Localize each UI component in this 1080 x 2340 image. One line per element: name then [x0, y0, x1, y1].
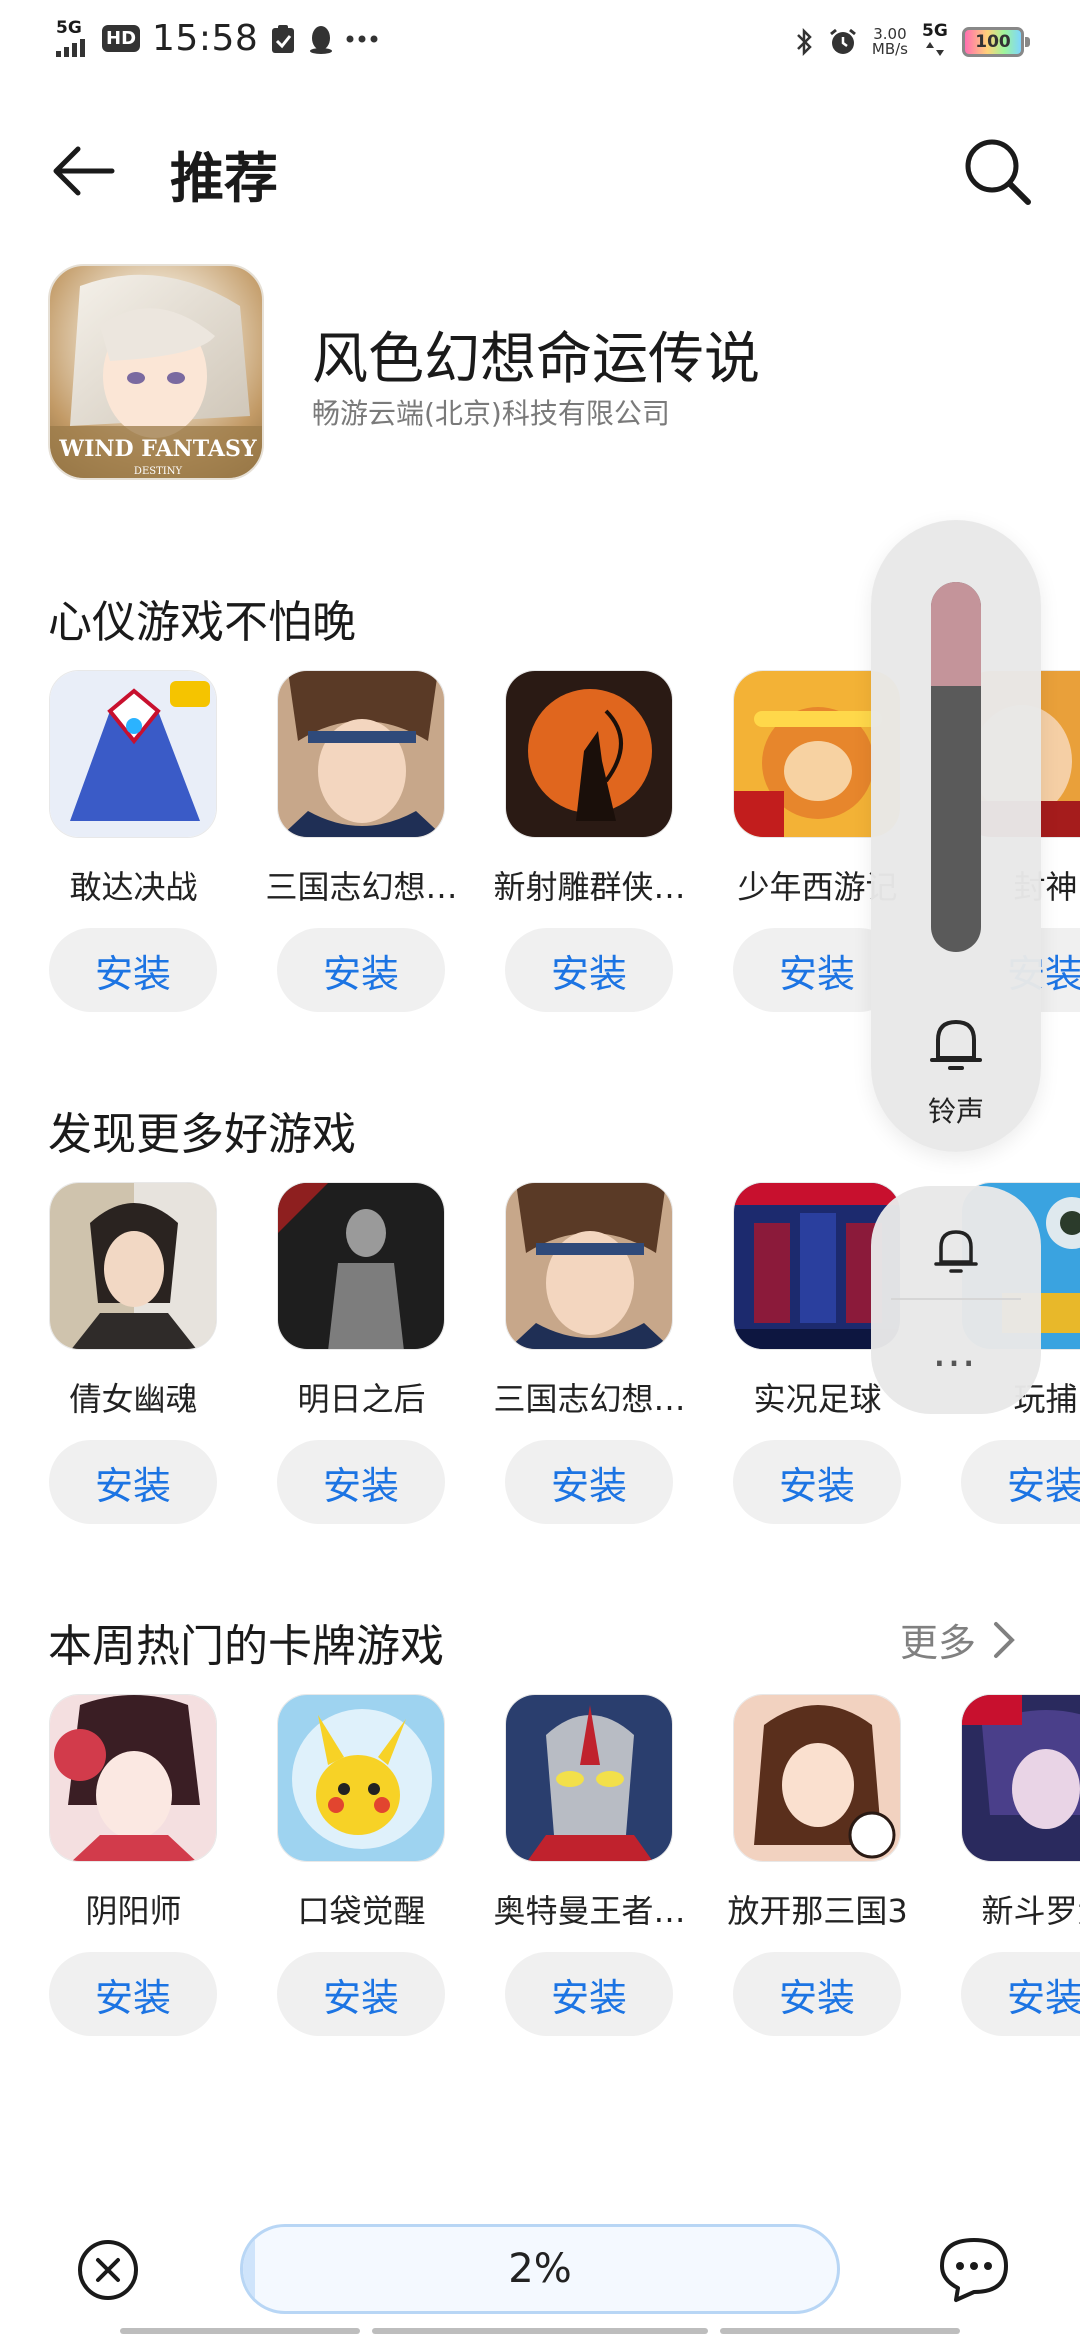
- divider: [891, 1298, 1021, 1300]
- status-time: 15:58: [152, 18, 259, 59]
- ringtone-bell-icon[interactable]: [922, 1010, 990, 1078]
- volume-label: 铃声: [927, 1095, 984, 1128]
- featured-app-name: 风色幻想命运传说: [312, 327, 760, 392]
- app-item[interactable]: 三国志幻想… 安装: [482, 1182, 686, 1542]
- app-icon-ultraman[interactable]: [505, 1694, 673, 1862]
- install-button[interactable]: 安装: [277, 1440, 445, 1524]
- app-item[interactable]: 阴阳师 安装: [26, 1694, 226, 2054]
- app-icon-mingrizhihou[interactable]: [277, 1182, 445, 1350]
- app-icon-sanguozhi[interactable]: [277, 670, 445, 838]
- app-name: 放开那三国3: [727, 1892, 908, 1930]
- app-icon-shediao[interactable]: [505, 670, 673, 838]
- download-bar: 2%: [0, 2210, 1080, 2340]
- network-speed: 3.00 MB/s: [872, 27, 908, 57]
- page-title: 推荐: [170, 147, 278, 210]
- install-button[interactable]: 安装: [733, 1440, 901, 1524]
- more-notifications-icon: [346, 35, 378, 42]
- featured-app-developer: 畅游云端(北京)科技有限公司: [312, 397, 670, 430]
- svg-text:WIND FANTASY: WIND FANTASY: [58, 436, 256, 462]
- app-item[interactable]: 新斗罗大 安装: [938, 1694, 1080, 2054]
- network-speed-unit: MB/s: [871, 40, 908, 58]
- install-button[interactable]: 安装: [505, 1952, 673, 2036]
- featured-app-icon[interactable]: WIND FANTASY DESTINY: [48, 264, 264, 480]
- install-button[interactable]: 安装: [505, 1440, 673, 1524]
- install-button[interactable]: 安装: [961, 1952, 1080, 2036]
- section-title: 本周热门的卡牌游戏: [48, 1621, 444, 1672]
- app-icon-yinyangshi[interactable]: [49, 1694, 217, 1862]
- app-name: 奥特曼王者…: [493, 1892, 686, 1930]
- hd-badge: HD: [102, 25, 141, 52]
- home-indicator-segment: [120, 2328, 360, 2334]
- more-options-icon[interactable]: …: [871, 1326, 1041, 1377]
- cancel-download-icon[interactable]: [76, 2238, 140, 2302]
- comment-icon[interactable]: [936, 2234, 1012, 2304]
- app-item[interactable]: 口袋觉醒 安装: [254, 1694, 454, 2054]
- app-name: 三国志幻想…: [265, 868, 458, 906]
- app-item[interactable]: 新射雕群侠… 安装: [482, 670, 686, 1030]
- install-button[interactable]: 安装: [733, 1952, 901, 2036]
- install-button[interactable]: 安装: [505, 928, 673, 1012]
- app-icon-fangkai-sanguo[interactable]: [733, 1694, 901, 1862]
- app-name: 口袋觉醒: [297, 1892, 426, 1930]
- install-button[interactable]: 安装: [277, 928, 445, 1012]
- network-type-label-right: 5G: [922, 21, 948, 41]
- network-type-label: 5G: [56, 17, 82, 38]
- volume-panel: 铃声: [871, 520, 1041, 1152]
- download-progress-button[interactable]: 2%: [240, 2224, 840, 2314]
- app-name: 新斗罗大: [981, 1892, 1080, 1930]
- featured-app-card[interactable]: WIND FANTASY DESTINY 风色幻想命运传说 畅游云端(北京)科技…: [48, 264, 1048, 484]
- alarm-icon: [829, 28, 856, 54]
- app-icon-gundam[interactable]: [49, 670, 217, 838]
- status-bar: 5G HD 15:58 3.00 MB/s 5G 100: [0, 0, 1080, 84]
- cellular-data-icon: 5G: [922, 22, 948, 62]
- search-icon[interactable]: [958, 132, 1038, 212]
- app-name: 明日之后: [297, 1380, 426, 1418]
- app-header: 推荐: [0, 120, 1080, 220]
- clipboard-check-icon: [272, 24, 295, 53]
- more-link-label: 更多: [900, 1621, 977, 1665]
- svg-text:DESTINY: DESTINY: [134, 466, 183, 477]
- chevron-right-icon: [994, 1621, 1015, 1658]
- back-arrow-icon[interactable]: [48, 136, 118, 206]
- app-item[interactable]: 放开那三国3 安装: [710, 1694, 910, 2054]
- app-item[interactable]: 倩女幽魂 安装: [26, 1182, 226, 1542]
- home-indicator-segment: [372, 2328, 708, 2334]
- app-name: 新射雕群侠…: [493, 868, 686, 906]
- volume-level-fill: [931, 582, 981, 686]
- status-left: 5G HD 15:58: [56, 18, 378, 59]
- app-item[interactable]: 明日之后 安装: [254, 1182, 454, 1542]
- battery-icon: 100: [962, 27, 1030, 57]
- sound-mode-panel: …: [871, 1186, 1041, 1414]
- volume-slider[interactable]: [931, 582, 981, 952]
- install-button[interactable]: 安装: [961, 1440, 1080, 1524]
- qq-penguin-icon: [310, 25, 333, 54]
- cellular-signal-icon: 5G: [56, 19, 90, 59]
- app-icon-douluo[interactable]: [961, 1694, 1080, 1862]
- install-button[interactable]: 安装: [49, 1952, 217, 2036]
- app-name: 三国志幻想…: [493, 1380, 686, 1418]
- app-icon-qiannv[interactable]: [49, 1182, 217, 1350]
- status-right: 3.00 MB/s 5G 100: [794, 22, 1030, 62]
- app-item[interactable]: 三国志幻想… 安装: [254, 670, 458, 1030]
- install-button[interactable]: 安装: [49, 1440, 217, 1524]
- install-button[interactable]: 安装: [49, 928, 217, 1012]
- home-indicator-segment: [720, 2328, 960, 2334]
- app-icon-sanguozhi-2[interactable]: [505, 1182, 673, 1350]
- more-link[interactable]: 更多: [900, 1612, 1016, 1667]
- app-carousel[interactable]: 阴阳师 安装 口袋觉醒 安装 奥特曼王者… 安装 放开那三国3 安装 新斗罗 安…: [0, 1694, 1080, 2054]
- install-button[interactable]: 安装: [277, 1952, 445, 2036]
- download-progress-text: 2%: [508, 2246, 572, 2292]
- app-icon-pikachu[interactable]: [277, 1694, 445, 1862]
- bell-icon[interactable]: [928, 1222, 984, 1278]
- section-title: 心仪游戏不怕晚: [48, 597, 356, 648]
- app-item[interactable]: 敢达决战 安装: [26, 670, 226, 1030]
- app-name: 敢达决战: [69, 868, 198, 906]
- section-title: 发现更多好游戏: [48, 1109, 356, 1160]
- app-item[interactable]: 奥特曼王者… 安装: [482, 1694, 686, 2054]
- app-name: 阴阳师: [85, 1892, 182, 1930]
- bluetooth-icon: [797, 27, 812, 57]
- app-name: 倩女幽魂: [69, 1380, 198, 1418]
